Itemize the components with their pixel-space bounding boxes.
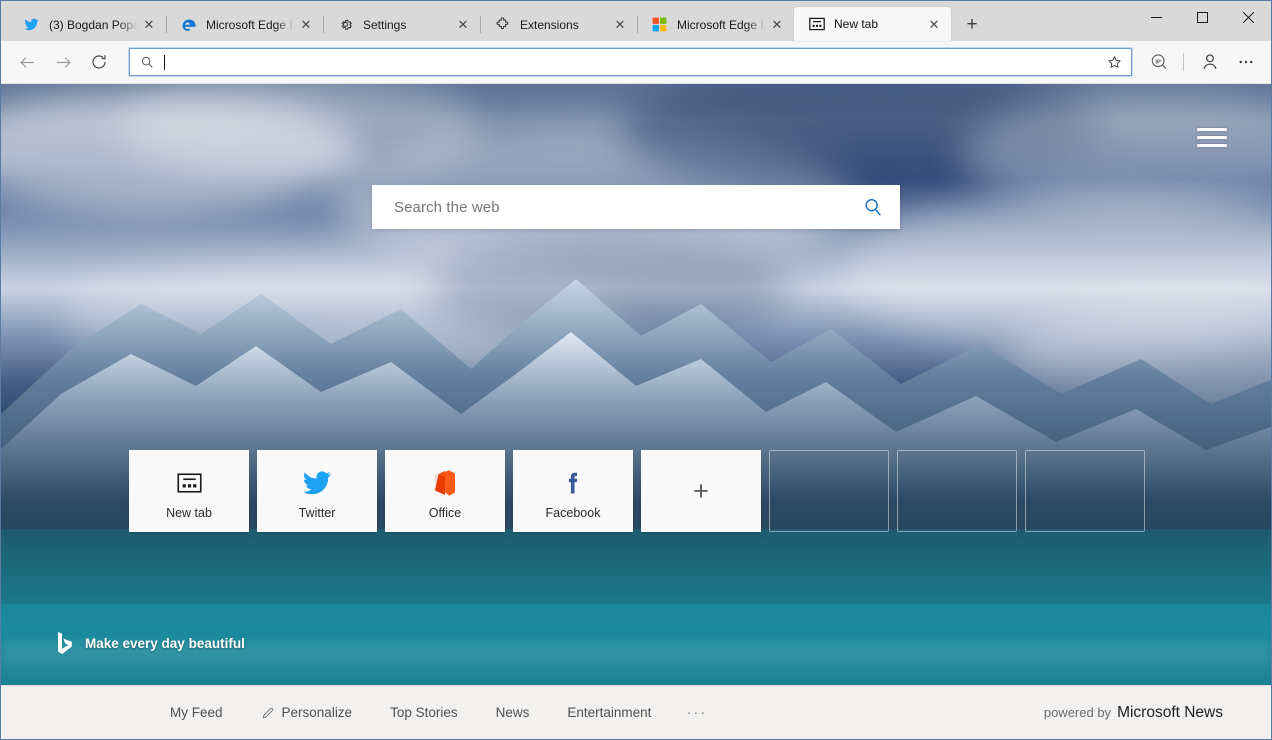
tab-microsoft-edge-insider[interactable]: Microsoft Edge Insid ✕ <box>166 8 324 41</box>
new-tab-page: Search the web New tab Twitter Office Fa… <box>1 84 1271 685</box>
powered-by-prefix: powered by <box>1043 704 1112 720</box>
empty-tile-slot[interactable] <box>769 450 889 532</box>
twitter-icon <box>302 466 332 500</box>
refresh-button[interactable] <box>81 46 117 78</box>
feed-item-personalize[interactable]: Personalize <box>242 705 372 720</box>
address-bar[interactable] <box>129 48 1132 76</box>
plus-icon: + <box>693 475 709 506</box>
text-caret <box>164 54 165 70</box>
minimize-button[interactable] <box>1133 1 1179 33</box>
facebook-icon <box>559 466 587 500</box>
maximize-button[interactable] <box>1179 1 1225 33</box>
tab-title: Settings <box>363 17 407 32</box>
bing-tagline: Make every day beautiful <box>85 635 245 651</box>
profile-avatar[interactable] <box>1193 46 1227 78</box>
powered-by-brand: Microsoft News <box>1117 703 1223 721</box>
tile-label: New tab <box>166 506 212 520</box>
search-icon <box>140 55 154 69</box>
tab-title: Microsoft Edge Insid <box>677 17 766 32</box>
gear-icon <box>337 16 354 33</box>
tile-label: Facebook <box>545 506 601 520</box>
tab-close-button[interactable]: ✕ <box>138 14 160 36</box>
tab-microsoft-edge-insider-2[interactable]: Microsoft Edge Insid ✕ <box>637 8 795 41</box>
feed-item-my-feed[interactable]: My Feed <box>151 705 242 720</box>
feed-item-label: Top Stories <box>390 705 458 720</box>
tile-twitter[interactable]: Twitter <box>257 450 377 532</box>
tab-twitter[interactable]: (3) Bogdan Popa (@ ✕ <box>9 8 167 41</box>
ip-lookup-icon[interactable]: IP <box>1142 46 1176 78</box>
web-search-box[interactable]: Search the web <box>372 185 900 229</box>
microsoft-icon <box>651 16 668 33</box>
search-icon[interactable] <box>862 196 884 218</box>
close-button[interactable] <box>1225 1 1271 33</box>
tab-strip: (3) Bogdan Popa (@ ✕ Microsoft Edge Insi… <box>1 1 1271 41</box>
svg-text:IP: IP <box>1155 59 1161 65</box>
feed-item-news[interactable]: News <box>477 705 549 720</box>
address-input[interactable] <box>164 54 1101 70</box>
tile-office[interactable]: Office <box>385 450 505 532</box>
feed-item-label: My Feed <box>170 705 223 720</box>
tab-new-tab[interactable]: New tab ✕ <box>794 7 951 41</box>
tile-label: Twitter <box>298 506 336 520</box>
tile-facebook[interactable]: Facebook <box>513 450 633 532</box>
powered-by-label: powered by Microsoft News <box>1044 704 1223 722</box>
quick-links-row: New tab Twitter Office Facebook + <box>129 450 1153 532</box>
newtab-icon <box>808 16 825 33</box>
search-input[interactable]: Search the web <box>394 199 862 216</box>
feed-item-entertainment[interactable]: Entertainment <box>548 705 670 720</box>
feed-more-button[interactable]: ··· <box>670 704 723 721</box>
pencil-icon <box>261 706 275 720</box>
tab-settings[interactable]: Settings ✕ <box>323 8 481 41</box>
page-settings-menu-icon[interactable] <box>1197 124 1227 150</box>
tab-close-button[interactable]: ✕ <box>452 14 474 36</box>
tab-extensions[interactable]: Extensions ✕ <box>480 8 638 41</box>
newtab-icon <box>176 466 202 500</box>
office-icon <box>432 466 458 500</box>
empty-tile-slot[interactable] <box>1025 450 1145 532</box>
feed-nav: My Feed Personalize Top Stories News Ent… <box>151 704 723 721</box>
tab-title: New tab <box>834 17 879 31</box>
feed-item-label: Entertainment <box>567 705 652 720</box>
feed-item-label: News <box>495 705 530 720</box>
feed-item-top-stories[interactable]: Top Stories <box>371 705 477 720</box>
browser-window: (3) Bogdan Popa (@ ✕ Microsoft Edge Insi… <box>0 0 1272 740</box>
tab-title: (3) Bogdan Popa (@ <box>49 17 138 32</box>
favorite-star-icon[interactable] <box>1101 50 1127 74</box>
empty-tile-slot[interactable] <box>897 450 1017 532</box>
tab-close-button[interactable]: ✕ <box>923 13 945 35</box>
feed-item-label: Personalize <box>281 705 353 720</box>
news-feed-bar: My Feed Personalize Top Stories News Ent… <box>1 685 1271 739</box>
add-site-tile[interactable]: + <box>641 450 761 532</box>
puzzle-icon <box>494 16 511 33</box>
edge-icon <box>180 16 197 33</box>
bing-attribution[interactable]: Make every day beautiful <box>57 631 245 655</box>
tab-close-button[interactable]: ✕ <box>766 14 788 36</box>
twitter-icon <box>23 16 40 33</box>
tile-new-tab[interactable]: New tab <box>129 450 249 532</box>
toolbar-separator <box>1183 53 1184 71</box>
tile-label: Office <box>428 506 462 520</box>
new-tab-button[interactable]: + <box>955 8 989 41</box>
window-caption-buttons <box>1133 1 1271 33</box>
tab-list: (3) Bogdan Popa (@ ✕ Microsoft Edge Insi… <box>1 1 989 41</box>
tab-close-button[interactable]: ✕ <box>295 14 317 36</box>
search-area: Search the web <box>1 185 1271 229</box>
forward-button[interactable] <box>45 46 81 78</box>
tab-close-button[interactable]: ✕ <box>609 14 631 36</box>
bing-icon <box>57 631 73 655</box>
tab-title: Microsoft Edge Insid <box>206 17 295 32</box>
settings-and-more-button[interactable] <box>1229 46 1263 78</box>
browser-toolbar: IP <box>1 41 1271 84</box>
back-button[interactable] <box>9 46 45 78</box>
tab-title: Extensions <box>520 17 579 32</box>
